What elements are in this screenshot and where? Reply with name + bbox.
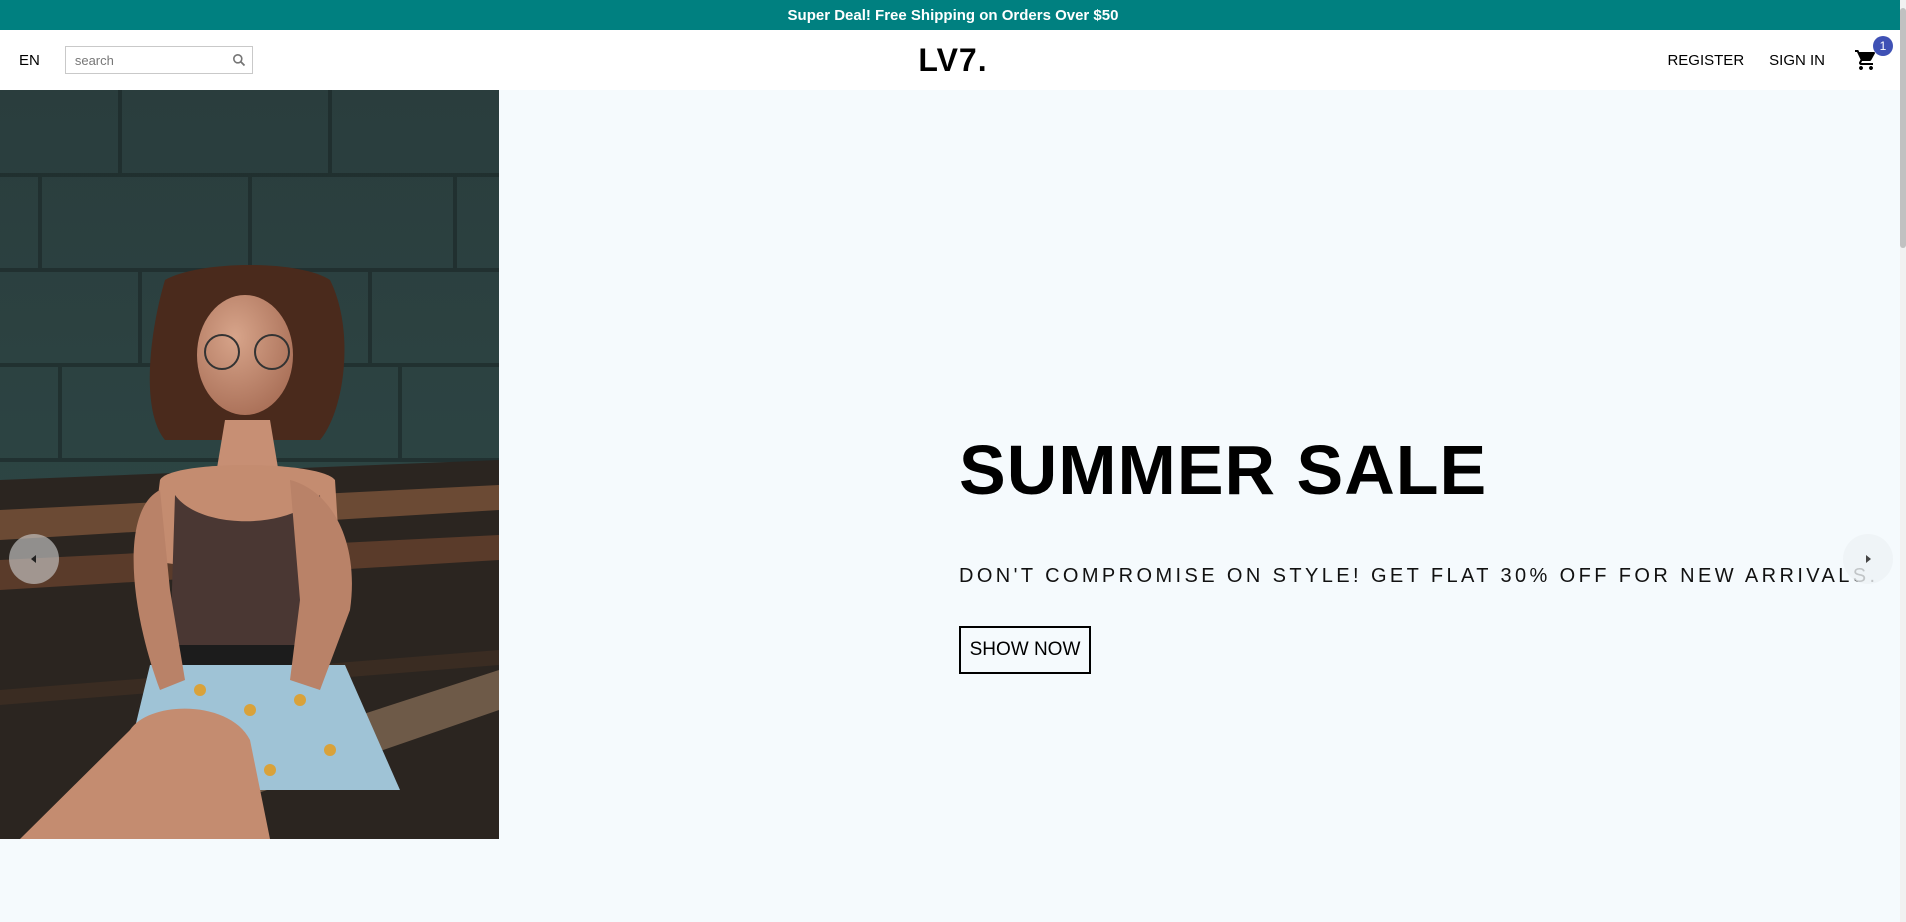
navbar: EN LV7. REGISTER SIGN IN 1 bbox=[0, 30, 1906, 90]
search-icon[interactable] bbox=[232, 53, 246, 67]
previous-slide-button[interactable] bbox=[9, 534, 59, 584]
scrollbar[interactable] bbox=[1900, 0, 1906, 922]
cart-button[interactable]: 1 bbox=[1854, 36, 1893, 72]
search-box[interactable] bbox=[64, 46, 253, 74]
scrollbar-thumb[interactable] bbox=[1900, 8, 1906, 248]
hero-title: SUMMER SALE bbox=[959, 431, 1488, 509]
language-selector[interactable]: EN bbox=[19, 52, 40, 69]
nav-left: EN bbox=[0, 46, 619, 74]
next-slide-button[interactable] bbox=[1843, 534, 1893, 584]
cart-badge: 1 bbox=[1873, 36, 1893, 56]
hero-image bbox=[0, 90, 499, 839]
hero-content: SUMMER SALE DON'T COMPROMISE ON STYLE! G… bbox=[959, 435, 1879, 674]
logo[interactable]: LV7. bbox=[918, 42, 987, 79]
sign-in-link[interactable]: SIGN IN bbox=[1769, 52, 1825, 69]
hero-description: DON'T COMPROMISE ON STYLE! GET FLAT 30% … bbox=[959, 565, 1879, 587]
register-link[interactable]: REGISTER bbox=[1667, 52, 1744, 69]
search-input[interactable] bbox=[72, 51, 232, 69]
announcement-bar: Super Deal! Free Shipping on Orders Over… bbox=[0, 0, 1906, 30]
arrow-left-icon bbox=[31, 555, 36, 563]
show-now-button[interactable]: SHOW NOW bbox=[959, 626, 1091, 674]
nav-right: REGISTER SIGN IN 1 bbox=[1278, 36, 1906, 72]
announcement-text: Super Deal! Free Shipping on Orders Over… bbox=[787, 6, 1119, 24]
hero-slider: SUMMER SALE DON'T COMPROMISE ON STYLE! G… bbox=[0, 90, 1906, 922]
arrow-right-icon bbox=[1866, 555, 1871, 563]
